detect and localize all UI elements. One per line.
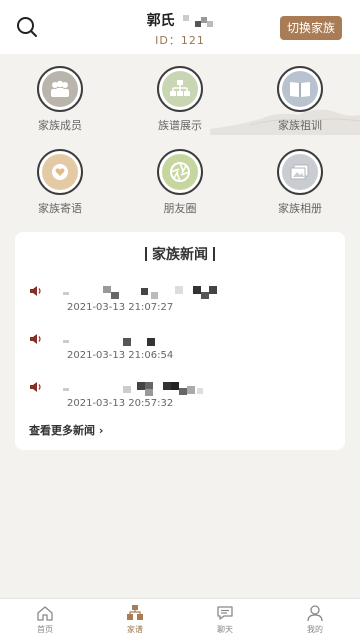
news-date: 2021-03-13 20:57:32 <box>67 398 174 409</box>
menu-label: 族谱展示 <box>158 119 202 132</box>
chat-icon <box>217 606 233 620</box>
home-icon <box>37 606 53 621</box>
family-tree-icon <box>127 605 143 620</box>
tab-home[interactable]: 首页 <box>0 599 90 640</box>
photo-album-icon <box>277 149 323 195</box>
family-name: 郭氏 <box>146 13 175 29</box>
speaker-icon <box>30 334 41 344</box>
feature-grid: 家族成员 族谱展示 家族祖训 家族寄语 朋友圈 家族相册 <box>0 66 360 216</box>
bottom-tab-bar: 首页 家谱 聊天 我的 <box>0 598 360 640</box>
menu-label: 家族相册 <box>278 202 322 215</box>
family-news-card: 家族新闻 2021-03-13 21:07:27 2021-03-13 21:0… <box>15 232 345 450</box>
news-date: 2021-03-13 21:07:27 <box>67 302 174 313</box>
speaker-icon <box>30 382 41 392</box>
more-news-link[interactable]: 查看更多新闻 › <box>29 422 103 438</box>
news-date: 2021-03-13 21:06:54 <box>67 350 174 361</box>
tab-profile[interactable]: 我的 <box>270 599 360 640</box>
redacted-mosaic <box>183 15 214 27</box>
tab-chat[interactable]: 聊天 <box>180 599 270 640</box>
aperture-icon <box>157 149 203 195</box>
speaker-icon <box>30 286 41 296</box>
switch-family-button[interactable]: 切换家族 <box>279 16 342 40</box>
family-members-icon <box>37 66 83 112</box>
menu-item-moments[interactable]: 朋友圈 <box>120 149 240 216</box>
menu-item-genealogy[interactable]: 族谱展示 <box>120 66 240 133</box>
menu-label: 家族寄语 <box>38 202 82 215</box>
top-header: 郭氏 ID：121 切换家族 <box>0 0 360 54</box>
menu-label: 家族祖训 <box>278 119 322 132</box>
chevron-right-icon: › <box>98 424 104 437</box>
menu-item-family-message[interactable]: 家族寄语 <box>0 149 120 216</box>
news-section-title: 家族新闻 <box>15 244 345 264</box>
genealogy-tree-icon <box>157 66 203 112</box>
tab-genealogy[interactable]: 家谱 <box>90 599 180 640</box>
menu-item-family-members[interactable]: 家族成员 <box>0 66 120 133</box>
redacted-headline <box>63 382 203 396</box>
menu-label: 家族成员 <box>38 119 82 132</box>
menu-item-family-album[interactable]: 家族相册 <box>240 149 360 216</box>
redacted-headline <box>63 338 155 346</box>
heart-message-icon <box>37 149 83 195</box>
redacted-headline <box>63 286 217 299</box>
menu-label: 朋友圈 <box>163 202 197 215</box>
ancestral-book-icon <box>277 66 323 112</box>
profile-icon <box>307 605 323 622</box>
menu-item-ancestral-teachings[interactable]: 家族祖训 <box>240 66 360 133</box>
